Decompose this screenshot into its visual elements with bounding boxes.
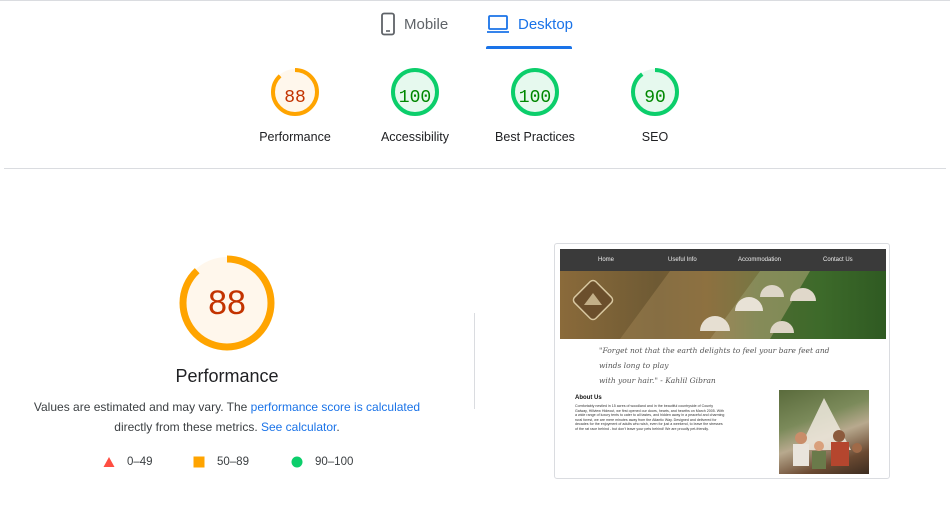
see-calculator-link[interactable]: See calculator xyxy=(261,420,336,434)
desc-text: directly from these metrics. xyxy=(114,420,261,434)
page-screenshot-thumbnail[interactable]: Home Useful Info Accommodation Contact U… xyxy=(554,243,890,479)
orange-square-icon xyxy=(193,456,205,468)
active-tab-indicator xyxy=(486,46,572,49)
thumbnail-family-photo xyxy=(779,390,869,474)
thumbnail-about-title: About Us xyxy=(575,395,602,401)
gauge-accessibility[interactable]: 100 Accessibility xyxy=(355,66,475,144)
thumbnail-nav-item: Home xyxy=(598,257,615,263)
laptop-icon xyxy=(486,12,510,40)
gauge-label: Accessibility xyxy=(380,130,450,144)
vertical-divider xyxy=(474,313,475,409)
legend-item-average: 50–89 xyxy=(193,456,249,468)
gauge-score: 100 xyxy=(398,88,432,108)
gauge-label: Performance xyxy=(259,130,331,144)
thumbnail-nav-item: Useful Info xyxy=(668,257,697,263)
green-circle-icon xyxy=(291,456,303,468)
legend-label: 0–49 xyxy=(127,456,153,468)
performance-score-link[interactable]: performance score is calculated xyxy=(251,400,420,414)
legend-label: 50–89 xyxy=(217,456,249,468)
thumbnail-nav-bar: Home Useful Info Accommodation Contact U… xyxy=(560,249,886,271)
tab-mobile-label: Mobile xyxy=(404,16,449,33)
thumbnail-nav-item: Accommodation xyxy=(738,257,782,263)
quote-line: "Forget not that the earth delights to f… xyxy=(599,346,830,370)
mobile-phone-icon xyxy=(380,12,396,40)
gauge-score: 88 xyxy=(284,88,306,108)
legend-label: 90–100 xyxy=(315,456,354,468)
quote-line: with your hair." - Kahlil Gibran xyxy=(599,376,716,385)
thumbnail-hero-image xyxy=(560,271,886,339)
thumbnail-about-text: Comfortably nestled in 15 acres of woodl… xyxy=(575,404,725,431)
desc-text: . xyxy=(336,420,340,434)
red-triangle-icon xyxy=(103,457,115,467)
tab-desktop-label: Desktop xyxy=(518,16,574,33)
section-divider xyxy=(4,168,946,169)
performance-description: Values are estimated and may vary. The p… xyxy=(20,397,434,437)
performance-title: Performance xyxy=(175,366,279,386)
device-tabs: Mobile Desktop xyxy=(0,0,950,50)
gauge-label: SEO xyxy=(641,130,669,144)
desc-text: Values are estimated and may vary. The xyxy=(33,400,251,414)
gauge-performance[interactable]: 88 Performance xyxy=(235,66,355,144)
legend-item-fail: 0–49 xyxy=(103,456,153,468)
gauge-best-practices[interactable]: 100 Best Practices xyxy=(475,66,595,144)
category-gauges: 88 Performance 100 Accessibility 100 Bes… xyxy=(0,66,950,166)
performance-big-score: 88 xyxy=(208,284,246,322)
gauge-seo[interactable]: 90 SEO xyxy=(595,66,715,144)
thumbnail-nav-item: Contact Us xyxy=(823,257,853,263)
thumbnail-quote: "Forget not that the earth delights to f… xyxy=(599,343,849,388)
tab-mobile[interactable]: Mobile xyxy=(380,12,448,50)
tab-desktop[interactable]: Desktop xyxy=(486,12,573,50)
score-legend: 0–49 50–89 90–100 xyxy=(0,456,454,472)
gauge-score: 100 xyxy=(518,88,552,108)
gauge-label: Best Practices xyxy=(495,130,575,144)
legend-item-pass: 90–100 xyxy=(291,456,353,468)
gauge-score: 90 xyxy=(644,88,666,108)
